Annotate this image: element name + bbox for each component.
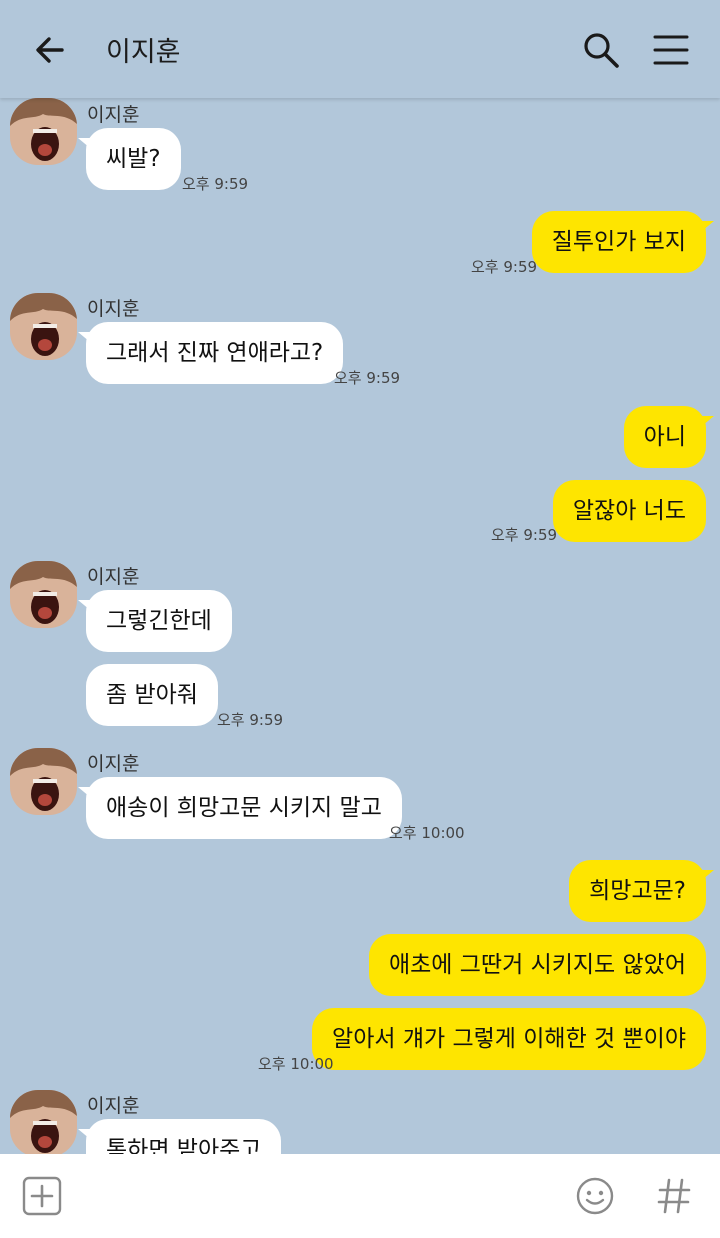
- message-bubble-incoming[interactable]: 애송이 희망고문 시키지 말고: [78, 777, 402, 839]
- message-bubble-outgoing[interactable]: 아니: [623, 406, 715, 468]
- message-bubble-outgoing[interactable]: 희망고문?: [569, 860, 714, 922]
- message-bubble-outgoing[interactable]: 질투인가 보지: [531, 211, 715, 273]
- avatar[interactable]: [10, 98, 77, 165]
- message-time: 오후 9:59: [471, 258, 538, 276]
- chat-title: 이지훈: [106, 37, 181, 68]
- message-time: 오후 9:59: [491, 526, 558, 544]
- message-input-bar: [0, 1154, 720, 1238]
- add-box-icon[interactable]: [22, 1176, 62, 1216]
- hash-icon[interactable]: [654, 1176, 694, 1216]
- avatar[interactable]: [10, 561, 77, 628]
- message-time: 오후 9:59: [334, 369, 401, 387]
- sender-name: 이지훈: [87, 566, 140, 588]
- message-time: 오후 10:00: [389, 824, 465, 842]
- message-bubble-incoming[interactable]: 그렇긴한데: [78, 590, 232, 652]
- message-bubble-incoming[interactable]: 씨발?: [78, 128, 181, 190]
- chat-header: 이지훈: [0, 0, 720, 98]
- sender-name: 이지훈: [87, 1095, 140, 1117]
- hamburger-menu-icon[interactable]: [652, 32, 690, 68]
- sender-name: 이지훈: [87, 104, 140, 126]
- avatar[interactable]: [10, 293, 77, 360]
- message-bubble-incoming[interactable]: 톡하면 받아주고: [77, 1119, 282, 1154]
- message-bubble-incoming[interactable]: 좀 받아줘: [86, 664, 218, 726]
- message-time: 오후 9:59: [182, 175, 249, 193]
- message-bubble-outgoing[interactable]: 알잖아 너도: [552, 480, 706, 542]
- avatar[interactable]: [10, 1090, 77, 1154]
- message-list[interactable]: 이지훈 씨발? 오후 9:59 질투인가 보지 오후 9:59 이지훈 그래서 …: [0, 98, 720, 1154]
- search-icon[interactable]: [580, 29, 622, 71]
- avatar[interactable]: [10, 748, 77, 815]
- emoji-icon[interactable]: [575, 1176, 615, 1216]
- message-bubble-outgoing[interactable]: 알아서 걔가 그렇게 이해한 것 뿐이야: [312, 1008, 706, 1070]
- sender-name: 이지훈: [87, 753, 140, 775]
- message-bubble-outgoing[interactable]: 애초에 그딴거 시키지도 않았어: [368, 934, 706, 996]
- message-time: 오후 10:00: [258, 1055, 334, 1073]
- sender-name: 이지훈: [87, 298, 140, 320]
- arrow-left-icon[interactable]: [30, 30, 70, 70]
- message-time: 오후 9:59: [217, 711, 284, 729]
- message-bubble-incoming[interactable]: 그래서 진짜 연애라고?: [77, 322, 344, 384]
